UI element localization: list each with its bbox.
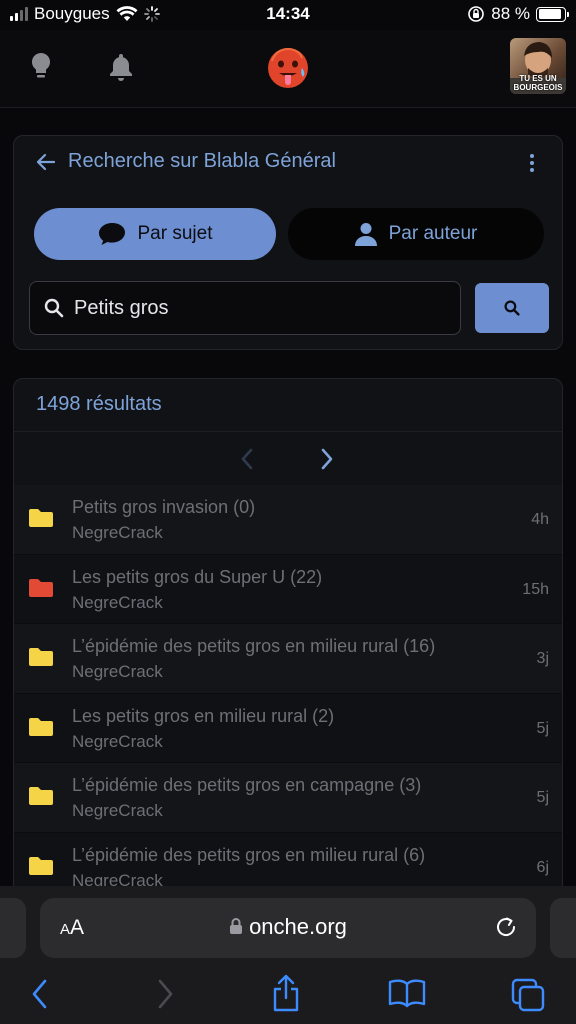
result-time: 3j [536,650,549,668]
speech-bubble-icon [98,223,125,245]
share-icon[interactable] [271,974,301,1012]
folder-icon [29,717,53,736]
search-panel: Recherche sur Blabla Général Par sujet P… [13,135,563,350]
results-count: 1498 résultats [36,393,162,415]
address-url[interactable]: onche.org [40,914,536,940]
result-title[interactable]: Les petits gros en milieu rural (2) [72,706,334,727]
previous-tab-preview[interactable] [0,898,26,958]
result-time: 6j [536,858,549,876]
more-options-icon[interactable] [530,154,534,172]
tab-by-author[interactable]: Par auteur [288,208,544,260]
avatar-caption: TU ES UN BOURGEOIS [513,74,563,92]
status-bar: Bouygues 14:34 88 % [0,0,576,30]
search-icon [504,300,520,316]
result-time: 5j [536,789,549,807]
result-author[interactable]: NegreCrack [72,523,163,543]
lightbulb-icon[interactable] [30,52,52,82]
orientation-lock-icon [468,6,485,22]
battery-percent: 88 % [491,4,530,23]
search-submit-button[interactable] [475,283,549,333]
result-title[interactable]: Les petits gros du Super U (22) [72,567,322,588]
result-author[interactable]: NegreCrack [72,801,163,821]
search-query[interactable]: Petits gros [74,297,168,320]
result-row[interactable]: Les petits gros du Super U (22) NegreCrac… [14,554,562,625]
tabs-icon[interactable] [511,978,545,1012]
url-text: onche.org [249,914,347,939]
result-row[interactable]: L’épidémie des petits gros en milieu rur… [14,624,562,694]
back-arrow-icon[interactable] [36,153,56,171]
folder-icon [29,509,53,527]
results-list: Petits gros invasion (0) NegreCrack 4h Les … [14,485,562,897]
result-row[interactable]: Les petits gros en milieu rural (2) Negre… [14,693,562,764]
logo-face-icon[interactable] [266,46,310,90]
search-icon [44,298,64,318]
reload-icon[interactable] [494,915,518,939]
results-panel: 1498 résultats Petits gros invasion (0) N… [13,378,563,898]
folder-icon [29,856,53,875]
folder-icon [29,578,53,597]
back-icon[interactable] [30,978,50,1010]
result-author[interactable]: NegreCrack [72,593,163,613]
chevron-right-icon[interactable] [320,448,334,470]
pagination [14,431,562,481]
folder-icon [29,648,53,667]
result-row[interactable]: L’épidémie des petits gros en campagne (… [14,763,562,833]
next-tab-preview[interactable] [550,898,576,958]
folder-icon [29,787,53,806]
battery-icon [536,6,569,22]
result-author[interactable]: NegreCrack [72,662,163,682]
browser-bar: AA onche.org [0,886,576,1024]
lock-icon [230,918,243,934]
tab-by-author-label: Par auteur [388,223,478,244]
chevron-left-icon[interactable] [240,448,254,470]
search-input[interactable]: Petits gros [29,281,461,335]
result-title[interactable]: L’épidémie des petits gros en milieu rur… [72,636,435,657]
bookmarks-icon[interactable] [388,978,426,1008]
result-time: 5j [536,719,549,737]
forward-icon[interactable] [155,978,175,1010]
result-title[interactable]: L’épidémie des petits gros en campagne (… [72,775,421,796]
result-author[interactable]: NegreCrack [72,732,163,752]
result-row[interactable]: Petits gros invasion (0) NegreCrack 4h [14,485,562,555]
result-title[interactable]: Petits gros invasion (0) [72,497,255,518]
browser-toolbar [0,974,576,1020]
tab-by-subject[interactable]: Par sujet [34,208,276,260]
avatar[interactable]: TU ES UN BOURGEOIS [510,38,566,94]
result-title[interactable]: L’épidémie des petits gros en milieu rur… [72,845,425,866]
search-title: Recherche sur Blabla Général [68,150,336,172]
tab-by-subject-label: Par sujet [137,223,213,244]
user-icon [354,223,377,246]
result-time: 4h [531,511,549,528]
bell-icon[interactable] [108,52,134,82]
address-bar[interactable]: AA onche.org [40,898,536,958]
app-header: TU ES UN BOURGEOIS [0,30,576,108]
result-time: 15h [522,580,549,598]
